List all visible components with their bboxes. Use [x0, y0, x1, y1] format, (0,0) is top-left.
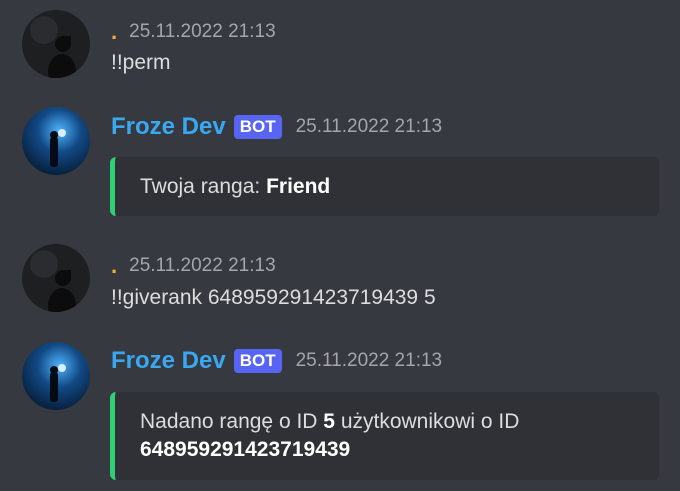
- message-header: . 25.11.2022 21:13: [111, 20, 276, 44]
- username[interactable]: .: [111, 21, 117, 43]
- rank-value: Friend: [266, 174, 331, 198]
- timestamp: 25.11.2022 21:13: [295, 350, 443, 371]
- bot-avatar[interactable]: [22, 107, 90, 175]
- message-header: Froze Dev BOT 25.11.2022 21:13: [111, 347, 442, 375]
- user-id-value: 648959291423719439: [140, 438, 351, 461]
- embed-text-part1: Nadano rangę o ID: [140, 410, 324, 433]
- bot-username[interactable]: Froze Dev: [111, 113, 226, 141]
- bot-avatar[interactable]: [22, 342, 90, 410]
- bot-embed: Nadano rangę o ID 5 użytkownikowi o ID 6…: [110, 392, 659, 480]
- message-header: . 25.11.2022 21:13: [111, 254, 276, 278]
- user-avatar[interactable]: [22, 10, 90, 78]
- message-text: !!perm: [111, 51, 171, 74]
- bot-username[interactable]: Froze Dev: [111, 347, 226, 375]
- message-header: Froze Dev BOT 25.11.2022 21:13: [111, 113, 442, 141]
- embed-text-part2: użytkownikowi o ID: [334, 410, 520, 433]
- timestamp: 25.11.2022 21:13: [295, 116, 443, 137]
- username[interactable]: .: [111, 255, 117, 277]
- user-avatar[interactable]: [22, 244, 90, 312]
- chat-message-list: . 25.11.2022 21:13 !!perm Froze Dev BOT …: [0, 0, 680, 491]
- rank-id-value: 5: [323, 410, 335, 433]
- message-text: !!giverank 648959291423719439 5: [111, 286, 436, 309]
- bot-badge: BOT: [233, 115, 282, 139]
- embed-label: Twoja ranga:: [140, 174, 267, 198]
- timestamp: 25.11.2022 21:13: [129, 255, 276, 276]
- embed-text: Nadano rangę o ID 5 użytkownikowi o ID 6…: [140, 408, 639, 464]
- timestamp: 25.11.2022 21:13: [129, 21, 276, 42]
- bot-badge: BOT: [233, 349, 282, 373]
- embed-text: Twoja ranga: Friend: [140, 173, 330, 201]
- bot-embed: Twoja ranga: Friend: [110, 157, 659, 216]
